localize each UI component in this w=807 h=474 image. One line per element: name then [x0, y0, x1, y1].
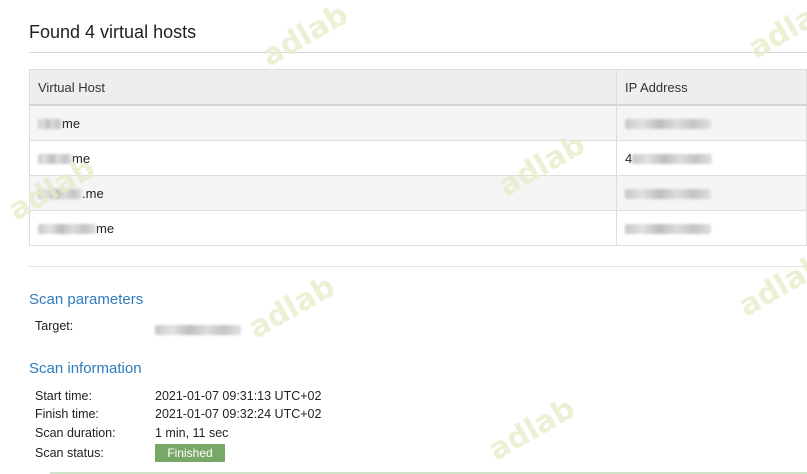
redacted-text: [632, 154, 713, 165]
status-badge: Finished: [155, 444, 225, 462]
finish-time-value: 2021-01-07 09:32:24 UTC+02: [155, 407, 322, 421]
column-header-virtual-host[interactable]: Virtual Host: [29, 69, 617, 106]
scan-duration-label: Scan duration:: [35, 426, 116, 440]
scan-parameters-heading: Scan parameters: [29, 291, 144, 308]
redacted-text: [625, 189, 711, 200]
table-row: me: [29, 210, 807, 246]
host-suffix: me: [72, 150, 91, 166]
virtual-hosts-table: Virtual Host IP Address me me 4 .me me: [29, 69, 807, 246]
watermark: adlab: [742, 0, 807, 67]
redacted-text: [38, 119, 62, 130]
title-divider: [29, 52, 807, 53]
redacted-text: [155, 324, 241, 335]
ip-address-cell: [616, 104, 807, 141]
table-row: me 4: [29, 140, 807, 176]
column-header-ip-address[interactable]: IP Address: [616, 69, 807, 106]
virtual-host-cell: me: [29, 104, 617, 141]
virtual-host-cell: me: [29, 210, 617, 246]
redacted-text: [38, 224, 96, 235]
start-time-label: Start time:: [35, 389, 92, 403]
redacted-text: [625, 119, 711, 130]
virtual-host-cell: .me: [29, 175, 617, 211]
table-header-row: Virtual Host IP Address: [29, 69, 807, 106]
host-suffix: .me: [82, 185, 104, 201]
host-suffix: me: [62, 115, 81, 131]
scan-duration-value: 1 min, 11 sec: [155, 426, 229, 440]
redacted-text: [38, 189, 82, 200]
ip-address-cell: [616, 175, 807, 211]
scan-status-label: Scan status:: [35, 446, 104, 460]
table-row: .me: [29, 175, 807, 211]
host-suffix: me: [96, 220, 115, 236]
start-time-value: 2021-01-07 09:31:13 UTC+02: [155, 389, 322, 403]
redacted-text: [625, 224, 711, 235]
target-value: [155, 322, 241, 336]
page-title: Found 4 virtual hosts: [29, 22, 197, 42]
scan-information-heading: Scan information: [29, 360, 142, 377]
ip-address-cell: [616, 210, 807, 246]
watermark: adlab: [255, 0, 355, 75]
ip-prefix: 4: [625, 150, 633, 166]
watermark: adlab: [482, 390, 582, 469]
watermark: adlab: [732, 246, 807, 325]
table-row: me: [29, 104, 807, 141]
finish-time-label: Finish time:: [35, 407, 99, 421]
virtual-host-cell: me: [29, 140, 617, 176]
watermark: adlab: [242, 268, 342, 347]
redacted-text: [38, 154, 72, 165]
section-divider: [29, 266, 807, 267]
target-label: Target:: [35, 319, 74, 333]
ip-address-cell: 4: [616, 140, 807, 176]
